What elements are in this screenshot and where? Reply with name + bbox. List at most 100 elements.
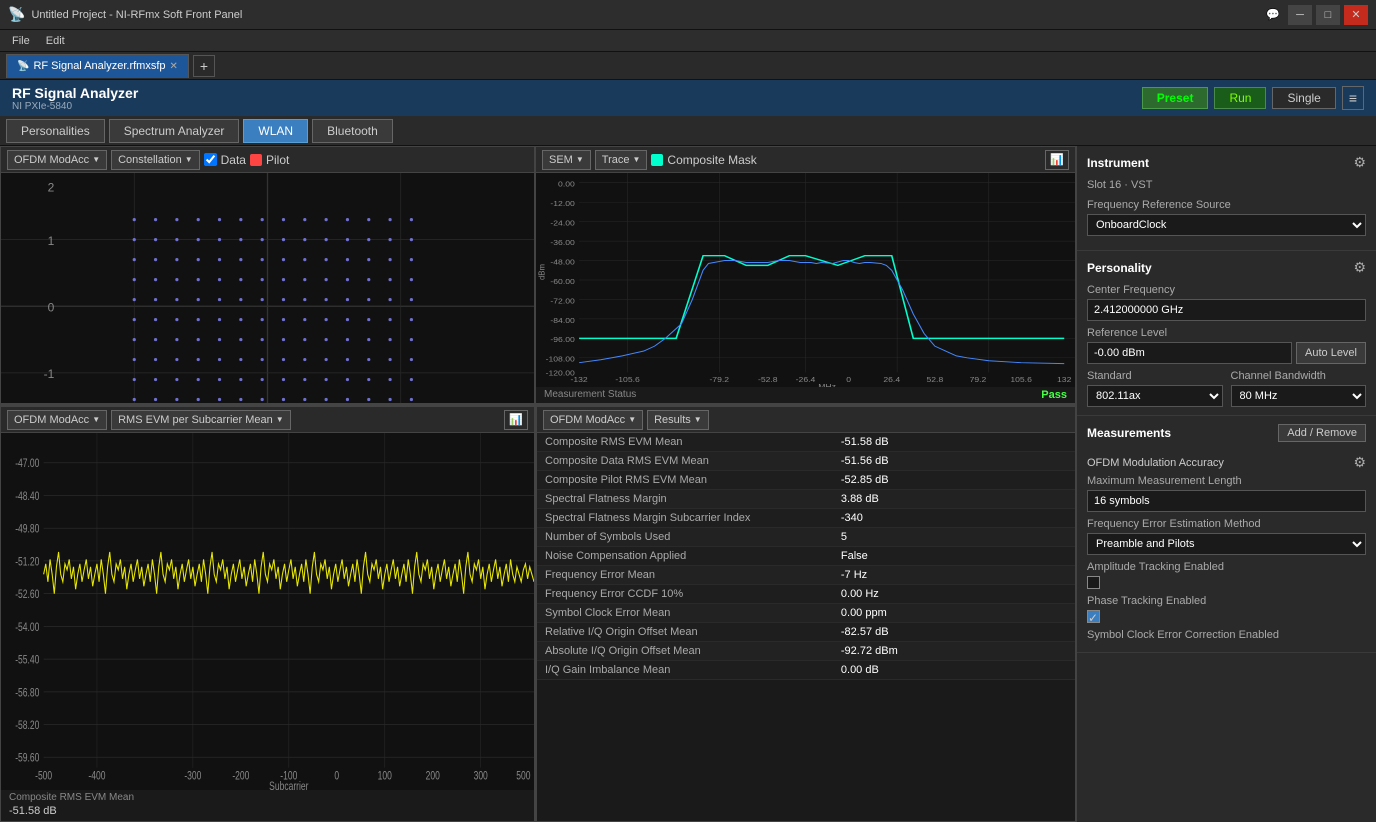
tab-wlan[interactable]: WLAN: [243, 119, 308, 143]
results-mode-dropdown[interactable]: OFDM ModAcc ▼: [543, 410, 643, 430]
sem-svg: 0.00 -12.00 -24.00 -36.00 -48.00 -60.00 …: [536, 173, 1075, 387]
evm-type-dropdown[interactable]: RMS EVM per Subcarrier Mean ▼: [111, 410, 291, 430]
evm-toolbar: OFDM ModAcc ▼ RMS EVM per Subcarrier Mea…: [1, 407, 534, 433]
tab-bluetooth[interactable]: Bluetooth: [312, 119, 393, 143]
ref-level-input[interactable]: [1087, 342, 1292, 364]
panels-area: OFDM ModAcc ▼ Constellation ▼ Data Pilot: [0, 146, 1076, 822]
result-row: Spectral Flatness Margin Subcarrier Inde…: [537, 509, 1075, 528]
constellation-plot: 2 1 0 -1 -2 -2.0 -1.0 0.0 1.0 2.0: [1, 173, 534, 404]
data-checkbox[interactable]: [204, 153, 217, 166]
svg-text:-59.60: -59.60: [15, 753, 39, 766]
tab-rf-signal-analyzer[interactable]: 📡 RF Signal Analyzer.rfmxsfp ✕: [6, 54, 189, 78]
personality-gear-button[interactable]: ⚙: [1353, 259, 1366, 276]
freq-error-estim-select[interactable]: Preamble and Pilots: [1087, 533, 1366, 555]
result-row: Frequency Error Mean-7 Hz: [537, 566, 1075, 585]
amp-tracking-row: [1087, 576, 1366, 589]
svg-text:-26.4: -26.4: [796, 376, 816, 385]
result-row: Composite RMS EVM Mean-51.58 dB: [537, 433, 1075, 452]
evm-type-label: RMS EVM per Subcarrier Mean: [118, 414, 273, 426]
svg-text:-52.60: -52.60: [15, 589, 39, 602]
menu-file[interactable]: File: [4, 33, 38, 49]
measurement-status-value: Pass: [1041, 389, 1067, 401]
ofdm-modacc-dropdown-2[interactable]: OFDM ModAcc ▼: [7, 410, 107, 430]
amp-tracking-checkbox[interactable]: [1087, 576, 1100, 589]
result-value: -92.72 dBm: [833, 642, 1075, 661]
svg-text:132: 132: [1057, 376, 1072, 385]
trace-label: Trace: [602, 154, 630, 166]
menu-edit[interactable]: Edit: [38, 33, 73, 49]
preset-button[interactable]: Preset: [1142, 87, 1209, 109]
svg-text:-51.20: -51.20: [15, 556, 39, 569]
instrument-gear-button[interactable]: ⚙: [1353, 154, 1366, 171]
ofdm-modacc-dropdown-1[interactable]: OFDM ModAcc ▼: [7, 150, 107, 170]
personality-section-title: Personality: [1087, 261, 1152, 275]
svg-text:-60.00: -60.00: [550, 277, 575, 286]
freq-error-estim-label: Frequency Error Estimation Method: [1087, 518, 1366, 530]
result-value: -340: [833, 509, 1075, 528]
pilot-label: Pilot: [266, 153, 289, 167]
add-tab-button[interactable]: +: [193, 55, 215, 77]
tab-spectrum-analyzer[interactable]: Spectrum Analyzer: [109, 119, 240, 143]
ofdm-meas-gear[interactable]: ⚙: [1353, 454, 1366, 471]
result-row: Composite Data RMS EVM Mean-51.56 dB: [537, 452, 1075, 471]
svg-text:26.4: 26.4: [883, 376, 900, 385]
result-row: Absolute I/Q Origin Offset Mean-92.72 dB…: [537, 642, 1075, 661]
svg-text:0: 0: [48, 301, 55, 315]
instrument-header: RF Signal Analyzer NI PXIe-5840 Preset R…: [0, 80, 1376, 116]
sem-plot-icon[interactable]: 📊: [1045, 150, 1069, 170]
svg-text:300: 300: [474, 770, 488, 783]
phase-tracking-checkbox[interactable]: ✓: [1087, 610, 1100, 623]
svg-text:-56.80: -56.80: [15, 687, 39, 700]
constellation-svg: 2 1 0 -1 -2 -2.0 -1.0 0.0 1.0 2.0: [1, 173, 534, 404]
constellation-toolbar: OFDM ModAcc ▼ Constellation ▼ Data Pilot: [1, 147, 534, 173]
dropdown-arrow-4: ▼: [276, 415, 284, 424]
result-row: Composite Pilot RMS EVM Mean-52.85 dB: [537, 471, 1075, 490]
svg-text:-12.00: -12.00: [550, 199, 575, 208]
tab-personalities[interactable]: Personalities: [6, 119, 105, 143]
svg-text:-79.2: -79.2: [709, 376, 729, 385]
standard-select[interactable]: 802.11ax: [1087, 385, 1223, 407]
tab-close-icon[interactable]: ✕: [170, 61, 178, 72]
result-name: Relative I/Q Origin Offset Mean: [537, 623, 833, 642]
maximize-button[interactable]: □: [1316, 5, 1340, 25]
center-freq-label: Center Frequency: [1087, 284, 1366, 296]
result-name: Noise Compensation Applied: [537, 547, 833, 566]
max-meas-length-input[interactable]: [1087, 490, 1366, 512]
dropdown-arrow-2: ▼: [185, 155, 193, 164]
trace-dropdown[interactable]: Trace ▼: [595, 150, 648, 170]
minimize-button[interactable]: ─: [1288, 5, 1312, 25]
standard-label: Standard: [1087, 370, 1223, 382]
measurements-header: Measurements Add / Remove: [1087, 424, 1366, 442]
channel-bw-select[interactable]: 80 MHz: [1231, 385, 1367, 407]
ofdm-meas-item: OFDM Modulation Accuracy ⚙: [1087, 450, 1366, 475]
tab-icon: 📡: [17, 61, 29, 72]
evm-plot-icon[interactable]: 📊: [504, 410, 528, 430]
ofdm-modacc-label-2: OFDM ModAcc: [14, 414, 89, 426]
dropdown-arrow-5: ▼: [628, 415, 636, 424]
svg-text:-48.00: -48.00: [550, 258, 575, 267]
close-button[interactable]: ✕: [1344, 5, 1368, 25]
personality-section-header: Personality ⚙: [1087, 259, 1366, 276]
run-button[interactable]: Run: [1214, 87, 1266, 109]
chat-icon[interactable]: 💬: [1266, 8, 1280, 21]
results-type-dropdown[interactable]: Results ▼: [647, 410, 709, 430]
freq-ref-source-select[interactable]: OnboardClock: [1087, 214, 1366, 236]
svg-text:0: 0: [846, 376, 851, 385]
main-content: OFDM ModAcc ▼ Constellation ▼ Data Pilot: [0, 146, 1376, 822]
hamburger-button[interactable]: ≡: [1342, 86, 1364, 110]
single-button[interactable]: Single: [1272, 87, 1335, 109]
result-value: -82.57 dB: [833, 623, 1075, 642]
result-row: I/Q Gain Imbalance Mean0.00 dB: [537, 661, 1075, 680]
svg-text:-105.6: -105.6: [615, 376, 640, 385]
add-remove-button[interactable]: Add / Remove: [1278, 424, 1366, 442]
center-freq-input[interactable]: [1087, 299, 1366, 321]
auto-level-button[interactable]: Auto Level: [1296, 342, 1366, 364]
sem-arrow: ▼: [576, 155, 584, 164]
svg-text:-49.80: -49.80: [15, 523, 39, 536]
constellation-type-dropdown[interactable]: Constellation ▼: [111, 150, 200, 170]
title-bar: 📡 Untitled Project - NI-RFmx Soft Front …: [0, 0, 1376, 30]
sem-dropdown[interactable]: SEM ▼: [542, 150, 591, 170]
result-name: Frequency Error CCDF 10%: [537, 585, 833, 604]
max-meas-length-row: [1087, 490, 1366, 512]
result-value: 3.88 dB: [833, 490, 1075, 509]
